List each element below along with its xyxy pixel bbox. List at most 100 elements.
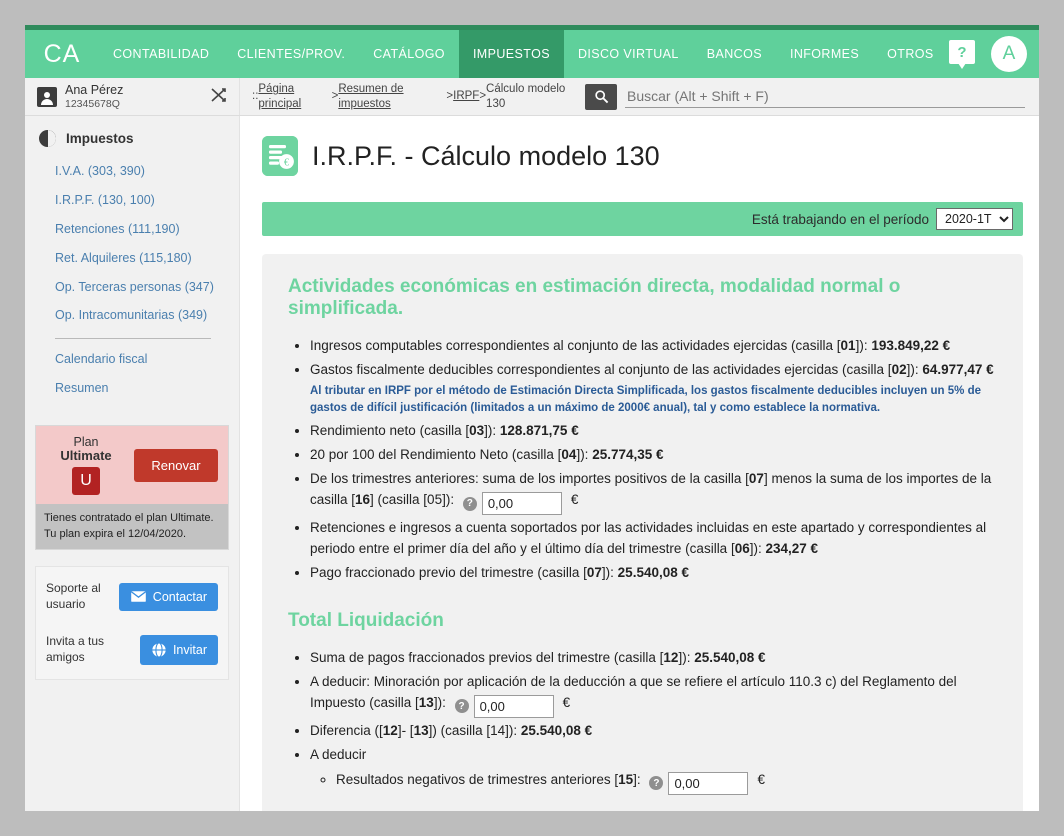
item-05-text: De los trimestres anteriores: suma de lo… xyxy=(310,471,749,487)
sub-list-a-deducir: Resultados negativos de trimestres anter… xyxy=(310,770,997,795)
item-12-text: Suma de pagos fraccionados previos del t… xyxy=(310,649,664,665)
list-item-casilla-05: De los trimestres anteriores: suma de lo… xyxy=(310,469,997,516)
input-casilla-05[interactable] xyxy=(481,492,562,516)
renew-button[interactable]: Renovar xyxy=(134,448,218,482)
item-02-note: Al tributar en IRPF por el método de Est… xyxy=(310,384,981,415)
avatar[interactable]: A xyxy=(991,36,1027,72)
plan-note: Tienes contratado el plan Ultimate. Tu p… xyxy=(36,504,228,550)
euro-symbol-casilla-13: € xyxy=(562,694,571,710)
item-01-box: 01 xyxy=(840,338,856,353)
search-field-wrapper xyxy=(625,85,1025,108)
sidebar-item-calendario-fiscal[interactable]: Calendario fiscal xyxy=(25,345,239,374)
sidebar-item-resumen[interactable]: Resumen xyxy=(25,374,239,403)
item-03-value: 128.871,75 € xyxy=(499,423,579,439)
invite-row: Invita a tus amigos Invitar xyxy=(46,634,218,665)
contact-button[interactable]: Contactar xyxy=(118,582,218,611)
help-icon-casilla-13[interactable]: ? xyxy=(454,699,469,714)
list-item-casilla-13: A deducir: Minoración por aplicación de … xyxy=(310,672,997,718)
item-02-box: 02 xyxy=(891,361,907,377)
plan-line-1: Plan xyxy=(73,435,99,449)
breadcrumb-link-pagina-principal[interactable]: Página principal xyxy=(258,82,331,111)
nav-item-otros[interactable]: OTROS xyxy=(873,30,947,78)
nav-item-clientes-prov[interactable]: CLIENTES/PROV. xyxy=(223,30,359,78)
invite-button[interactable]: Invitar xyxy=(139,634,218,665)
item-07-value: 25.540,08 € xyxy=(617,564,689,580)
sidebar-actions-card: Soporte al usuario Contactar Invita a tu… xyxy=(35,566,229,681)
item-03-suffix: ]): xyxy=(484,423,500,439)
sidebar-item-ret-alquileres[interactable]: Ret. Alquileres (115,180) xyxy=(25,244,239,273)
user-icon xyxy=(37,86,57,107)
item-02-text: Gastos fiscalmente deducibles correspond… xyxy=(310,361,892,377)
brand-logo[interactable]: CA xyxy=(25,30,99,78)
nav-item-contabilidad[interactable]: CONTABILIDAD xyxy=(99,30,223,78)
item-04-suffix: ]): xyxy=(576,447,593,463)
breadcrumb-link-irpf[interactable]: IRPF xyxy=(453,89,479,103)
item-14-suffix: ]) (casilla [14]): xyxy=(428,722,521,738)
calculation-card: Actividades económicas en estimación dir… xyxy=(262,254,1023,811)
search-icon[interactable] xyxy=(585,83,617,110)
help-question-icon[interactable]: ? xyxy=(949,40,977,69)
help-bubble-glyph: ? xyxy=(949,40,975,64)
help-icon-casilla-15[interactable]: ? xyxy=(649,776,664,791)
nav-item-impuestos[interactable]: IMPUESTOS xyxy=(458,30,564,78)
plan-top: Plan Ultimate U Renovar xyxy=(36,426,228,505)
item-03-text: Rendimiento neto (casilla [ xyxy=(310,423,470,439)
sidebar-item-irpf[interactable]: I.R.P.F. (130, 100) xyxy=(25,186,239,215)
nav-item-informes[interactable]: INFORMES xyxy=(776,30,873,78)
sidebar-section-title: Impuestos xyxy=(66,131,134,146)
item-01-suffix: ]): xyxy=(855,338,872,353)
section-actividades-list: Ingresos computables correspondientes al… xyxy=(288,336,997,584)
item-14-text: Diferencia ([ xyxy=(310,722,383,738)
item-06-suffix: ]): xyxy=(749,541,766,557)
list-item-casilla-12: Suma de pagos fraccionados previos del t… xyxy=(310,648,997,669)
globe-icon xyxy=(151,642,167,658)
invite-label: Invita a tus amigos xyxy=(46,634,105,664)
main-content: € I.R.P.F. - Cálculo modelo 130 Está tra… xyxy=(240,116,1039,811)
sidebar-item-op-terceras-personas[interactable]: Op. Terceras personas (347) xyxy=(25,273,239,302)
plan-box: Plan Ultimate U Renovar Tienes contratad… xyxy=(35,425,229,551)
plan-labels: Plan Ultimate U xyxy=(46,435,126,496)
nav-item-disco-virtual[interactable]: DISCO VIRTUAL xyxy=(564,30,693,78)
sidebar-item-iva[interactable]: I.V.A. (303, 390) xyxy=(25,157,239,186)
main-navbar: CA CONTABILIDAD CLIENTES/PROV. CATÁLOGO … xyxy=(25,30,1039,78)
page-title: € I.R.P.F. - Cálculo modelo 130 xyxy=(262,136,1023,176)
item-15-suffix: ]: xyxy=(633,771,645,787)
nav-item-catalogo[interactable]: CATÁLOGO xyxy=(359,30,459,78)
sidebar-item-op-intracomunitarias[interactable]: Op. Intracomunitarias (349) xyxy=(25,301,239,330)
sidebar-item-retenciones[interactable]: Retenciones (111,190) xyxy=(25,215,239,244)
item-13-box: 13 xyxy=(418,694,434,710)
section-title-total-liquidacion: Total Liquidación xyxy=(288,609,444,631)
item-14-box2: 13 xyxy=(413,722,429,738)
list-item-casilla-07: Pago fraccionado previo del trimestre (c… xyxy=(310,563,997,584)
list-item-casilla-14: Diferencia ([12]- [13]) (casilla [14]): … xyxy=(310,721,997,742)
shuffle-icon[interactable] xyxy=(211,87,227,107)
content-split: Impuestos I.V.A. (303, 390) I.R.P.F. (13… xyxy=(25,116,1039,811)
item-03-box: 03 xyxy=(469,423,485,439)
search-input[interactable] xyxy=(625,85,1025,108)
period-select[interactable]: 2020-1T xyxy=(936,208,1013,230)
item-12-suffix: ]): xyxy=(678,649,695,665)
list-item-casilla-03: Rendimiento neto (casilla [03]): 128.871… xyxy=(310,421,997,442)
item-15-text: Resultados negativos de trimestres anter… xyxy=(336,771,619,787)
help-icon-casilla-05[interactable]: ? xyxy=(462,496,477,511)
plan-line-2: Ultimate xyxy=(60,448,112,464)
item-01-text: Ingresos computables correspondientes al… xyxy=(310,338,841,353)
euro-symbol-casilla-05: € xyxy=(570,492,579,508)
breadcrumb-sep-3: > xyxy=(479,90,487,103)
item-07-text: Pago fraccionado previo del trimestre (c… xyxy=(310,564,587,580)
item-07-box: 07 xyxy=(586,564,602,580)
list-item-casilla-06: Retenciones e ingresos a cuenta soportad… xyxy=(310,518,997,560)
bottom-spacer xyxy=(288,798,997,811)
breadcrumb-link-resumen-impuestos[interactable]: Resumen de impuestos xyxy=(338,82,446,111)
secondary-bar: Ana Pérez 12345678Q :: Página principal … xyxy=(25,78,1039,116)
envelope-icon xyxy=(129,590,147,603)
svg-text:€: € xyxy=(284,157,289,168)
user-box[interactable]: Ana Pérez 12345678Q xyxy=(25,78,240,115)
list-item-a-deducir: A deducir Resultados negativos de trimes… xyxy=(310,745,997,795)
nav-item-bancos[interactable]: BANCOS xyxy=(693,30,776,78)
euro-symbol-casilla-15: € xyxy=(757,771,765,787)
input-casilla-13[interactable] xyxy=(473,694,554,718)
tax-document-euro-icon: € xyxy=(262,136,298,176)
item-04-text: 20 por 100 del Rendimiento Neto (casilla… xyxy=(310,447,562,463)
input-casilla-15[interactable] xyxy=(668,771,749,795)
